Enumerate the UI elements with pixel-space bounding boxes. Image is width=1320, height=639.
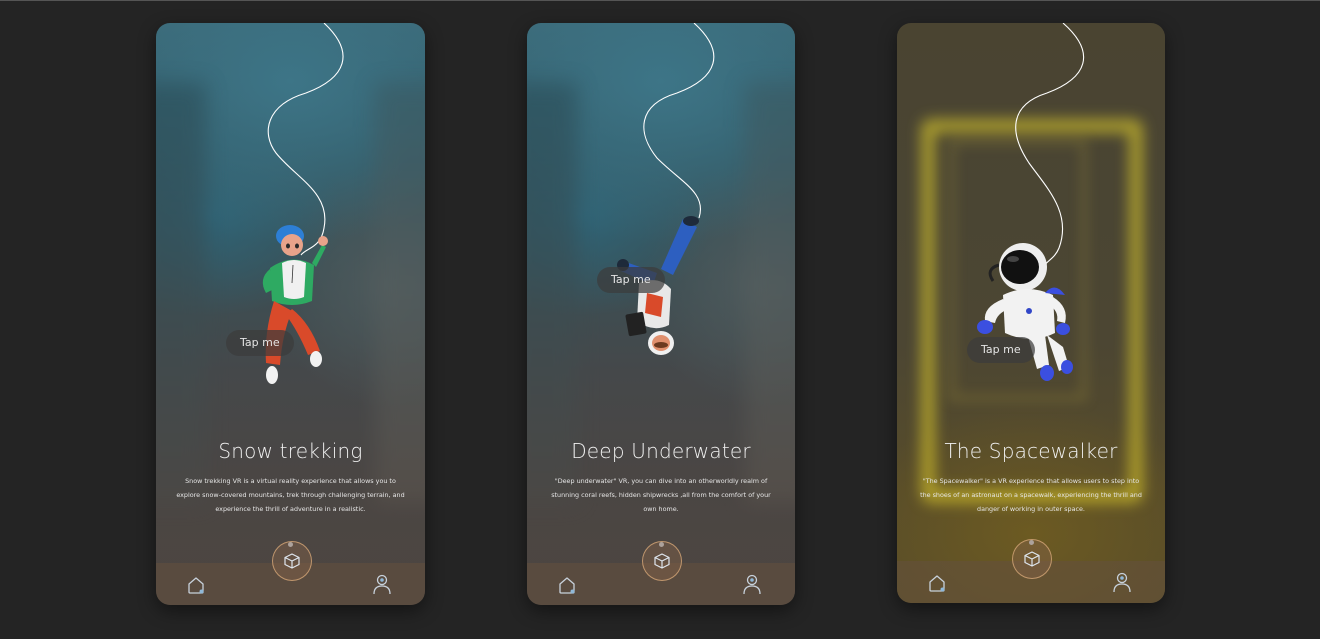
tap-me-button[interactable]: Tap me [226,330,294,356]
home-icon[interactable] [186,575,206,595]
home-icon[interactable] [927,573,947,593]
vr-cube-icon [1024,551,1040,567]
top-divider [0,0,1320,1]
vr-cube-icon [283,553,300,569]
screen-description: Snow trekking VR is a virtual reality ex… [176,477,405,513]
profile-icon[interactable] [1112,571,1132,593]
profile-icon[interactable] [372,573,392,595]
vr-center-button[interactable] [642,541,682,581]
screen-snow-trekking: Tap me Snow trekking Snow trekking VR is… [156,23,425,605]
screen-description: "The Spacewalker" is a VR experience tha… [920,477,1142,513]
screen-spacewalker: Tap me The Spacewalker "The Spacewalker"… [897,23,1165,603]
screen-deep-underwater: Tap me Deep Underwater "Deep underwater"… [527,23,795,605]
vr-center-button[interactable] [1012,539,1052,579]
vr-cube-icon [654,553,670,569]
screen-title: Snow trekking [218,439,363,463]
character-trekker [262,225,328,384]
profile-icon[interactable] [742,573,762,595]
screen-title: Deep Underwater [571,439,751,463]
screen-title: The Spacewalker [944,439,1118,463]
tap-me-button[interactable]: Tap me [597,267,665,293]
screen-description: "Deep underwater" VR, you can dive into … [551,477,771,513]
vr-center-button[interactable] [271,541,312,581]
tap-me-button[interactable]: Tap me [967,337,1035,363]
home-icon[interactable] [557,575,577,595]
